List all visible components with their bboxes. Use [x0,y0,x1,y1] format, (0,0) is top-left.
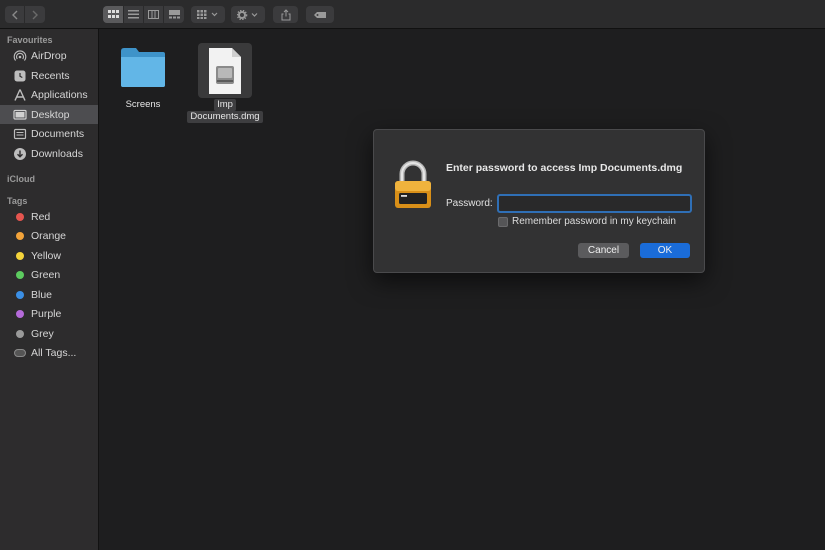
sidebar-item-label: Desktop [31,108,70,121]
tag-dot-grey [16,329,24,338]
sidebar-tag-grey[interactable]: Grey [0,324,98,343]
sidebar-all-tags[interactable]: All Tags... [0,343,98,362]
nav-buttons [5,6,45,23]
finder-toolbar [0,0,825,29]
document-icon [13,127,27,141]
sidebar-item-downloads[interactable]: Downloads [0,144,98,163]
sidebar-tag-red[interactable]: Red [0,207,98,226]
group-by-button[interactable] [191,6,225,23]
chevron-left-icon [11,10,17,19]
column-view-button[interactable] [144,6,164,23]
sidebar-item-label: Red [31,210,51,223]
tag-dot-green [16,270,24,279]
action-button[interactable] [231,6,265,23]
sidebar-item-label: Documents [31,127,85,140]
dmg-file-icon [209,47,241,94]
clock-icon [13,69,27,83]
list-icon [128,10,139,19]
gallery-view-button[interactable] [164,6,184,23]
airdrop-icon [13,49,27,63]
gallery-icon [168,10,180,19]
tag-dot-blue [16,290,24,299]
sidebar-item-label: Blue [31,288,53,301]
sidebar-item-label: Recents [31,69,70,82]
icon-view-button[interactable] [103,6,124,23]
remember-password-checkbox-row[interactable]: Remember password in my keychain [498,216,676,227]
file-name: Imp Documents.dmg [187,99,263,123]
grid-icon [107,10,119,18]
sidebar-item-label: AirDrop [31,49,67,62]
sidebar: Favourites AirDrop Recents Applications … [0,29,99,550]
file-name: Screens [125,99,161,110]
icloud-heading: iCloud [7,174,35,184]
sidebar-item-applications[interactable]: Applications [0,85,98,104]
chevron-right-icon [32,10,38,19]
tag-dot-yellow [16,251,24,260]
file-selection-highlight [198,43,252,98]
gear-icon [237,9,258,20]
tag-dot-red [16,212,24,221]
tags-heading: Tags [7,196,28,206]
remember-password-label: Remember password in my keychain [512,216,676,227]
edit-tags-button[interactable] [306,6,334,23]
download-icon [13,147,27,161]
folder-icon [121,48,165,87]
sidebar-item-label: Green [31,268,61,281]
sidebar-tag-green[interactable]: Green [0,265,98,284]
dialog-title: Enter password to access Imp Documents.d… [446,162,683,174]
file-item-screens[interactable]: Screens [113,45,173,110]
forward-button[interactable] [25,6,45,23]
tags-control [306,6,334,23]
sidebar-item-documents[interactable]: Documents [0,124,98,143]
file-name-line2: Documents.dmg [187,111,263,123]
applications-icon [13,88,27,102]
password-input[interactable] [497,194,692,213]
padlock-icon [395,160,431,208]
sidebar-item-label: Yellow [31,249,61,262]
all-tags-icon [13,346,27,360]
sidebar-tag-purple[interactable]: Purple [0,304,98,323]
sidebar-item-label: Applications [31,88,88,101]
sidebar-tag-yellow[interactable]: Yellow [0,246,98,265]
cancel-button[interactable]: Cancel [578,243,629,258]
file-item-imp-documents-dmg[interactable]: Imp Documents.dmg [187,43,263,123]
file-name-line1: Imp [214,99,236,111]
tag-dot-orange [16,231,24,240]
group-grid-icon [197,10,218,19]
group-by-menu [191,6,225,23]
favourites-heading: Favourites [7,35,53,45]
sidebar-tag-blue[interactable]: Blue [0,285,98,304]
sidebar-item-label: Grey [31,327,54,340]
share-control [273,6,298,23]
back-button[interactable] [5,6,25,23]
action-menu [231,6,265,23]
tag-icon [314,11,326,18]
sidebar-item-airdrop[interactable]: AirDrop [0,46,98,65]
columns-icon [148,10,159,19]
list-view-button[interactable] [124,6,144,23]
ok-button[interactable]: OK [640,243,690,258]
sidebar-item-label: All Tags... [31,346,77,359]
sidebar-item-label: Downloads [31,147,83,160]
sidebar-item-label: Orange [31,229,67,242]
desktop-icon [13,108,27,122]
share-button[interactable] [273,6,298,23]
remember-password-checkbox[interactable] [498,216,508,227]
sidebar-item-label: Purple [31,307,62,320]
password-dialog: Enter password to access Imp Documents.d… [373,129,705,273]
share-icon [281,8,290,20]
tag-dot-purple [16,309,24,318]
view-mode-switcher [103,6,184,23]
sidebar-tag-orange[interactable]: Orange [0,226,98,245]
password-label: Password: [446,198,493,209]
sidebar-item-recents[interactable]: Recents [0,66,98,85]
sidebar-item-desktop[interactable]: Desktop [0,105,98,124]
